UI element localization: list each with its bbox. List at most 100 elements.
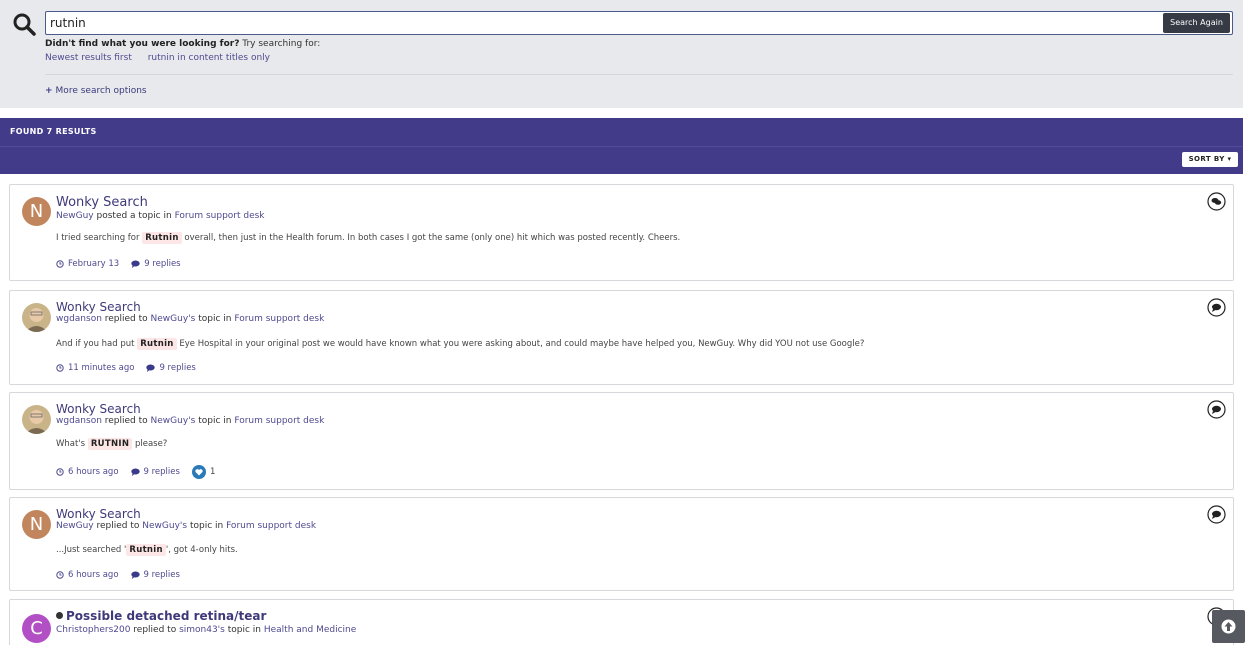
suggestion-question: Didn't find what you were looking for?	[45, 39, 240, 49]
user-photo-icon	[22, 303, 51, 332]
titles-only-link[interactable]: rutnin in content titles only	[148, 53, 270, 63]
snippet-before: I tried searching for	[56, 233, 143, 243]
scroll-to-top-button[interactable]	[1212, 610, 1245, 643]
topic-owner-link[interactable]: NewGuy's	[151, 416, 196, 426]
results-header: FOUND 7 RESULTS SORT BY ▾	[0, 118, 1243, 174]
more-options-label: More search options	[55, 86, 147, 96]
action-text: posted a topic in	[93, 211, 175, 221]
comment-icon	[1207, 505, 1226, 524]
clock-icon	[56, 260, 64, 268]
arrow-up-icon	[1221, 619, 1236, 634]
author-link[interactable]: Christophers200	[56, 625, 130, 635]
suggestion-prompt: Try searching for:	[239, 39, 321, 49]
more-search-options-link[interactable]: + More search options	[45, 86, 147, 96]
topic-owner-link[interactable]: simon43's	[179, 625, 225, 635]
likes-label: 1	[209, 467, 216, 477]
result-title-link[interactable]: Wonky Search	[56, 195, 148, 210]
snippet-after: overall, then just in the Health forum. …	[181, 233, 681, 243]
replies-count[interactable]: 9 replies	[130, 467, 180, 477]
forum-link[interactable]: Forum support desk	[234, 314, 324, 324]
snippet-before: ...Just searched '	[56, 545, 127, 555]
topic-in-text: topic in	[198, 416, 235, 426]
avatar[interactable]: N	[22, 510, 51, 539]
timestamp[interactable]: 6 hours ago	[56, 570, 119, 580]
search-again-button[interactable]: Search Again	[1163, 13, 1230, 33]
result-item: N Wonky Search NewGuy posted a topic in …	[9, 184, 1234, 281]
topic-in-text: topic in	[198, 314, 235, 324]
result-title-link[interactable]: Possible detached retina/tear	[56, 609, 266, 623]
snippet-before: And if you had put	[56, 339, 138, 349]
heart-icon	[191, 465, 206, 479]
result-meta: wgdanson replied to NewGuy's topic in Fo…	[56, 314, 324, 324]
avatar[interactable]	[22, 303, 51, 332]
clock-icon	[56, 364, 64, 372]
result-item: Wonky Search wgdanson replied to NewGuy'…	[9, 392, 1234, 490]
forum-link[interactable]: Health and Medicine	[264, 625, 356, 635]
user-photo-icon	[22, 405, 51, 434]
forum-link[interactable]: Forum support desk	[234, 416, 324, 426]
search-suggestion-text: Didn't find what you were looking for? T…	[45, 39, 320, 49]
replies-count[interactable]: 9 replies	[131, 259, 181, 269]
avatar-letter: N	[22, 197, 51, 226]
search-highlight: Rutnin	[137, 338, 177, 350]
topic-in-text: topic in	[227, 625, 264, 635]
sort-by-label: SORT BY	[1188, 155, 1225, 163]
result-stats: 11 minutes ago 9 replies	[56, 363, 208, 373]
replies-label: 9 replies	[144, 259, 181, 269]
result-title-link[interactable]: Wonky Search	[56, 507, 141, 521]
comments-icon	[1207, 192, 1226, 211]
replies-count[interactable]: 9 replies	[146, 363, 196, 373]
result-item: N Wonky Search NewGuy replied to NewGuy'…	[9, 497, 1234, 591]
avatar[interactable]: C	[22, 614, 51, 643]
avatar[interactable]	[22, 405, 51, 434]
avatar-letter: N	[22, 510, 51, 539]
author-link[interactable]: wgdanson	[56, 416, 102, 426]
plus-icon: +	[45, 86, 53, 96]
timestamp[interactable]: 11 minutes ago	[56, 363, 134, 373]
search-panel: Search Again Didn't find what you were l…	[0, 0, 1243, 108]
result-stats: 6 hours ago 9 replies 1	[56, 465, 227, 479]
comment-icon	[1207, 298, 1226, 317]
action-text: replied to	[101, 314, 151, 324]
topic-owner-link[interactable]: NewGuy's	[142, 521, 187, 531]
unread-dot-icon	[56, 612, 63, 619]
topic-owner-link[interactable]: NewGuy's	[151, 314, 196, 324]
replies-count[interactable]: 9 replies	[130, 570, 180, 580]
avatar[interactable]: N	[22, 197, 51, 226]
topic-in-text: topic in	[189, 521, 227, 531]
action-text: replied to	[93, 521, 143, 531]
timestamp[interactable]: February 13	[56, 259, 119, 269]
results-count: FOUND 7 RESULTS	[10, 127, 97, 136]
clock-icon	[56, 468, 64, 476]
newest-results-link[interactable]: Newest results first	[45, 53, 132, 63]
result-title-text: Possible detached retina/tear	[66, 609, 267, 623]
search-suggestion-links: Newest results first rutnin in content t…	[45, 53, 283, 63]
likes-count[interactable]: 1	[191, 465, 216, 479]
result-meta: wgdanson replied to NewGuy's topic in Fo…	[56, 416, 324, 426]
search-icon[interactable]	[12, 12, 36, 36]
forum-link[interactable]: Forum support desk	[175, 211, 265, 221]
author-link[interactable]: NewGuy	[56, 521, 94, 531]
result-snippet: What's RUTNIN please?	[56, 438, 167, 450]
result-title-link[interactable]: Wonky Search	[56, 300, 141, 314]
replies-label: 9 replies	[143, 467, 180, 477]
result-title-link[interactable]: Wonky Search	[56, 402, 141, 416]
clock-icon	[56, 571, 64, 579]
result-snippet: And if you had put Rutnin Eye Hospital i…	[56, 338, 865, 350]
time-label: 6 hours ago	[68, 467, 119, 477]
result-snippet: ...Just searched ' Rutnin ', got 4-only hi…	[56, 544, 238, 556]
time-label: 6 hours ago	[68, 570, 119, 580]
divider	[0, 146, 1243, 147]
sort-by-button[interactable]: SORT BY ▾	[1182, 152, 1238, 167]
result-meta: NewGuy posted a topic in Forum support d…	[56, 211, 265, 221]
snippet-after: Eye Hospital in your original post we wo…	[176, 339, 865, 349]
result-stats: 6 hours ago 9 replies	[56, 570, 192, 580]
search-input[interactable]	[50, 15, 1150, 31]
result-snippet: I tried searching for Rutnin overall, th…	[56, 232, 681, 244]
result-stats: February 13 9 replies	[56, 259, 193, 269]
forum-link[interactable]: Forum support desk	[226, 521, 316, 531]
search-highlight: Rutnin	[142, 232, 182, 244]
timestamp[interactable]: 6 hours ago	[56, 467, 119, 477]
author-link[interactable]: NewGuy	[56, 211, 94, 221]
author-link[interactable]: wgdanson	[56, 314, 102, 324]
